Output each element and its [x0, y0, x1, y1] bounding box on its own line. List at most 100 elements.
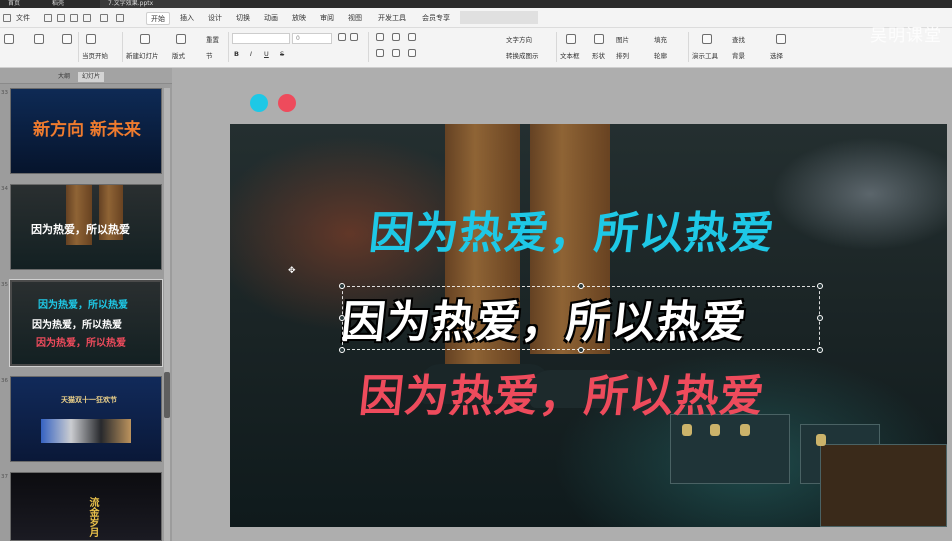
text-selection-box[interactable]	[342, 286, 820, 350]
align-right-icon[interactable]	[408, 49, 416, 57]
convert-to-smartart-button[interactable]: 转换成图示	[506, 50, 539, 60]
slide-thumbnail-37[interactable]: 流金岁月	[10, 472, 162, 541]
print-icon[interactable]	[70, 14, 78, 22]
new-slide-icon[interactable]	[140, 34, 150, 44]
presentation-app-window: 首页 稻壳 7.文字效果.pptx 文件 开始 插入 设计 切换 动画 放映 审…	[0, 0, 952, 541]
shape-button[interactable]: 形状	[592, 50, 605, 60]
tab-insert[interactable]: 插入	[176, 12, 198, 25]
tab-developer[interactable]: 开发工具	[374, 12, 410, 25]
tab-animation[interactable]: 动画	[260, 12, 282, 25]
strikethrough-icon[interactable]: S	[280, 50, 284, 58]
tab-start[interactable]: 开始	[146, 12, 170, 25]
tab-docer[interactable]: 稻壳	[44, 0, 94, 8]
layout-icon[interactable]	[176, 34, 186, 44]
reset-button[interactable]: 重置	[206, 34, 219, 44]
italic-icon[interactable]: I	[250, 50, 252, 58]
current-slide[interactable]: 因为热爱，所以热爱 因为热爱，所以热爱 因为热爱，所以热爱 ✥	[230, 124, 947, 527]
arrange-button[interactable]: 排列	[616, 50, 629, 60]
ribbon-divider	[688, 32, 689, 62]
resize-handle[interactable]	[578, 347, 584, 353]
format-painter-icon[interactable]	[62, 34, 72, 44]
tab-slideshow[interactable]: 放映	[288, 12, 310, 25]
save-icon[interactable]	[44, 14, 52, 22]
textbox-icon[interactable]	[566, 34, 576, 44]
resize-handle[interactable]	[339, 315, 345, 321]
fill-button[interactable]: 填充	[654, 34, 667, 44]
select-button[interactable]: 选择	[770, 50, 783, 60]
paste-icon[interactable]	[4, 34, 14, 44]
align-left-icon[interactable]	[376, 49, 384, 57]
move-cursor-icon: ✥	[288, 266, 296, 276]
thumb-title: 因为热爱，所以热爱	[31, 223, 130, 236]
slide-thumbnail-34[interactable]: 因为热爱，所以热爱	[10, 184, 162, 270]
textbox-button[interactable]: 文本框	[560, 50, 580, 60]
slide-thumbnail-35-selected[interactable]: 因为热爱，所以热爱 因为热爱，所以热爱 因为热爱，所以热爱	[9, 279, 163, 367]
thumb-title: 流金岁月	[87, 497, 98, 537]
undo-icon[interactable]	[100, 14, 108, 22]
resize-handle[interactable]	[817, 347, 823, 353]
new-slide-button[interactable]: 新建幻灯片	[126, 50, 159, 60]
slide-number: 33	[1, 90, 8, 96]
underline-icon[interactable]: U	[264, 50, 269, 58]
font-name-select[interactable]	[232, 33, 290, 44]
thumb-title: 天猫双十一狂欢节	[61, 396, 117, 404]
tab-member[interactable]: 会员专享	[418, 12, 454, 25]
presenter-tools-button[interactable]: 演示工具	[692, 50, 718, 60]
shape-icon[interactable]	[594, 34, 604, 44]
slideshow-from-current-button[interactable]: 当页开始	[82, 50, 108, 60]
resize-handle[interactable]	[817, 283, 823, 289]
resize-handle[interactable]	[339, 347, 345, 353]
ribbon-divider	[556, 32, 557, 62]
tab-slides[interactable]: 幻灯片	[78, 72, 105, 82]
photo-knob	[816, 434, 826, 446]
red-color-dot[interactable]	[278, 94, 296, 112]
redo-icon[interactable]	[116, 14, 124, 22]
tab-current-document[interactable]: 7.文字效果.pptx	[100, 0, 220, 8]
slide-text-cyan[interactable]: 因为热爱，所以热爱	[367, 197, 779, 261]
text-direction-button[interactable]: 文字方向	[506, 34, 532, 44]
thumbnail-scrollbar-thumb[interactable]	[164, 372, 170, 418]
tab-review[interactable]: 审阅	[316, 12, 338, 25]
increase-font-icon[interactable]	[338, 33, 346, 41]
outline-button[interactable]: 轮廓	[654, 50, 667, 60]
slide-thumbnail-panel: 大纲 幻灯片 33 新方向 新未来 34 因为热爱，所以热爱 35 因为热爱，所…	[0, 68, 172, 541]
layout-button[interactable]: 版式	[172, 50, 185, 60]
command-search-box[interactable]	[460, 11, 538, 24]
slide-number: 37	[1, 474, 8, 480]
slide-thumbnail-33[interactable]: 新方向 新未来	[10, 88, 162, 174]
thumbnail-scrollbar-track[interactable]	[164, 88, 170, 541]
export-pdf-icon[interactable]	[57, 14, 65, 22]
thumb-title: 新方向 新未来	[33, 120, 141, 140]
tab-view[interactable]: 视图	[344, 12, 366, 25]
cut-icon[interactable]	[34, 34, 44, 44]
section-button[interactable]: 节	[206, 50, 213, 60]
file-menu[interactable]: 文件	[12, 12, 34, 25]
numbering-icon[interactable]	[392, 33, 400, 41]
font-size-select[interactable]: 0	[292, 33, 332, 44]
slide-thumbnail-36[interactable]: 天猫双十一狂欢节	[10, 376, 162, 462]
tab-home[interactable]: 首页	[0, 0, 40, 8]
find-button[interactable]: 查找	[732, 34, 745, 44]
indent-icon[interactable]	[408, 33, 416, 41]
tab-outline[interactable]: 大纲	[54, 72, 74, 82]
bold-icon[interactable]: B	[234, 50, 239, 58]
slide-text-red[interactable]: 因为热爱，所以热爱	[357, 360, 769, 424]
tab-transition[interactable]: 切换	[232, 12, 254, 25]
picture-button[interactable]: 图片	[616, 34, 629, 44]
decrease-font-icon[interactable]	[350, 33, 358, 41]
ribbon-divider	[228, 32, 229, 62]
resize-handle[interactable]	[339, 283, 345, 289]
select-icon[interactable]	[776, 34, 786, 44]
print-preview-icon[interactable]	[83, 14, 91, 22]
cyan-color-dot[interactable]	[250, 94, 268, 112]
photo-knob	[710, 424, 720, 436]
bullets-icon[interactable]	[376, 33, 384, 41]
presenter-tools-icon[interactable]	[702, 34, 712, 44]
align-center-icon[interactable]	[392, 49, 400, 57]
menu-icon[interactable]	[3, 14, 11, 22]
tab-design[interactable]: 设计	[204, 12, 226, 25]
resize-handle[interactable]	[578, 283, 584, 289]
background-button[interactable]: 背景	[732, 50, 745, 60]
resize-handle[interactable]	[817, 315, 823, 321]
play-icon[interactable]	[86, 34, 96, 44]
